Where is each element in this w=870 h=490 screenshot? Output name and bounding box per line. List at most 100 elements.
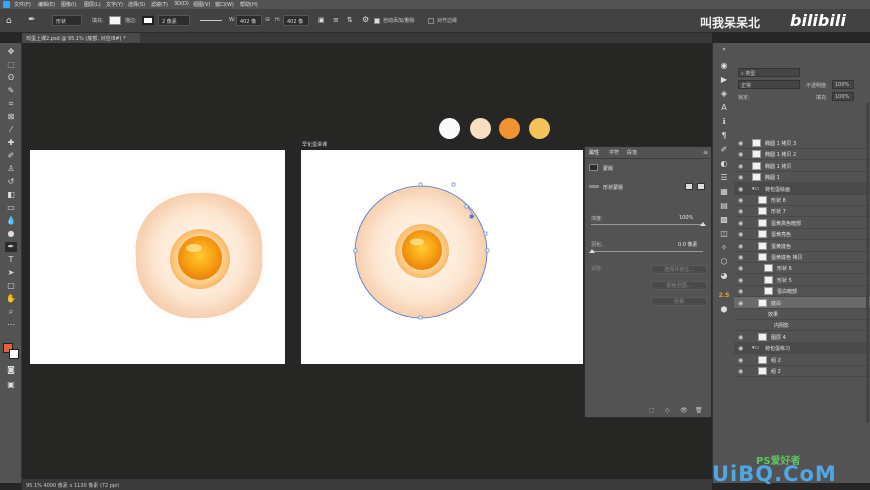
menu-layer[interactable]: 图层(L) (84, 1, 101, 8)
path-ops-icon[interactable]: ▣ (318, 16, 325, 24)
crop-tool-icon[interactable]: ⌗ (5, 99, 17, 109)
visibility-eye-icon[interactable]: ◉ (738, 254, 743, 261)
history-icon[interactable]: ◉ (718, 61, 730, 71)
visibility-eye-icon[interactable]: ◉ (738, 357, 743, 364)
layer-row[interactable]: ◉ 组 2 (734, 365, 870, 377)
menu-help[interactable]: 帮助(H) (240, 1, 258, 8)
load-selection-icon[interactable]: ⬚ (649, 407, 655, 414)
align-edges-checkbox[interactable] (428, 18, 434, 24)
hand-tool-icon[interactable]: ✋ (5, 294, 17, 304)
visibility-eye-icon[interactable]: ◉ (738, 140, 743, 147)
layer-row[interactable]: ◉ 形状 6 (734, 262, 870, 275)
menu-window[interactable]: 窗口(W) (215, 1, 234, 8)
visibility-eye-icon[interactable]: ◉ (738, 208, 743, 215)
home-icon[interactable]: ⌂ (6, 16, 12, 26)
eyedropper-tool-icon[interactable]: ⁄ (5, 125, 17, 135)
visibility-eye-icon[interactable]: ◉ (738, 277, 743, 284)
layer-row[interactable]: ◉ 图层 4 (734, 331, 870, 343)
brush-tool-icon[interactable]: ✐ (5, 151, 17, 161)
stroke-width-field[interactable]: 2 像素 (158, 15, 190, 26)
delete-mask-icon[interactable]: 🗑 (695, 407, 703, 414)
layer-row[interactable]: ◉ 椭圆 1 (734, 171, 870, 184)
visibility-eye-icon[interactable]: ◉ (738, 243, 743, 250)
feather-slider[interactable] (591, 251, 703, 252)
panel-menu-icon[interactable]: ≡ (703, 149, 708, 156)
add-vector-mask-icon[interactable] (697, 183, 705, 190)
brush-settings-icon[interactable]: ✐ (718, 145, 730, 155)
stroke-swatch[interactable] (142, 16, 154, 25)
tab-character[interactable]: 字符 (609, 149, 619, 156)
shape-tool-icon[interactable]: ▢ (5, 281, 17, 291)
channels-icon[interactable]: ◫ (718, 229, 730, 239)
visibility-eye-icon[interactable]: ◉ (738, 334, 743, 341)
zoom-tool-icon[interactable]: ⌕ (5, 307, 17, 317)
text-icon[interactable]: A (718, 103, 730, 113)
menu-image[interactable]: 图像(I) (61, 1, 76, 8)
gradients-icon[interactable]: ▤ (718, 201, 730, 211)
layer-row[interactable]: ◉ 椭圆 1 拷贝 (734, 160, 870, 172)
visibility-eye-icon[interactable]: ◉ (738, 151, 743, 158)
marquee-tool-icon[interactable]: ⬚ (5, 60, 17, 70)
move-tool-icon[interactable]: ✥ (5, 47, 17, 57)
ps-logo-icon[interactable] (3, 1, 10, 8)
mode-select[interactable]: 形状 (52, 15, 82, 26)
density-slider-handle[interactable] (700, 222, 706, 226)
feather-slider-handle[interactable] (589, 249, 595, 253)
dodge-tool-icon[interactable]: ● (5, 229, 17, 239)
history-brush-tool-icon[interactable]: ↺ (5, 177, 17, 187)
lasso-tool-icon[interactable]: ʘ (5, 73, 17, 83)
tab-paragraph[interactable]: 段落 (627, 149, 637, 156)
pen-tool-icon[interactable]: ✒ (5, 242, 17, 252)
layer-row[interactable]: ◉ 底白 (734, 296, 870, 309)
collapse-panels-icon[interactable]: « (718, 45, 730, 55)
visibility-eye-icon[interactable]: ◉ (738, 231, 743, 238)
scrollbar[interactable] (866, 103, 869, 423)
layers-icon[interactable]: ◈ (718, 89, 730, 99)
stroke-type-select[interactable] (200, 20, 222, 21)
layer-row[interactable]: ◉ 形状 7 (734, 205, 870, 218)
screen-mode-icon[interactable]: ▣ (5, 380, 17, 390)
visibility-eye-icon[interactable]: ◉ (738, 220, 743, 227)
menu-type[interactable]: 文字(Y) (106, 1, 123, 8)
pen-tool-icon[interactable]: ✒ (28, 15, 36, 25)
folder-icon[interactable]: ▾▭ (752, 345, 759, 351)
plugin-icon[interactable]: 2.5 (718, 291, 730, 301)
swatches-icon[interactable]: ▦ (718, 187, 730, 197)
visibility-eye-icon[interactable]: ◉ (738, 345, 743, 352)
info-icon[interactable]: ℹ (718, 117, 730, 127)
visibility-eye-icon[interactable]: ◉ (738, 288, 743, 295)
add-pixel-mask-icon[interactable] (685, 183, 693, 190)
menu-edit[interactable]: 编辑(E) (38, 1, 55, 8)
layer-row[interactable]: ◉ 蛋黄亮色 (734, 228, 870, 241)
layer-group-row[interactable]: ◉ ▾▭ 荷包蛋练习 (734, 342, 870, 355)
frame-tool-icon[interactable]: ⊠ (5, 112, 17, 122)
width-field[interactable]: 402 像 (236, 15, 262, 26)
layer-row[interactable]: ◉ 蛋黄高色暗部 (734, 217, 870, 229)
stamp-tool-icon[interactable]: ♙ (5, 164, 17, 174)
layer-group-row[interactable]: ◉ ▾▭ 荷包蛋绘画 (734, 182, 870, 195)
invert-button[interactable]: 反相 (651, 297, 707, 306)
healing-tool-icon[interactable]: ✚ (5, 138, 17, 148)
visibility-eye-icon[interactable]: ◉ (738, 300, 743, 307)
adjustments-icon[interactable]: ◐ (718, 159, 730, 169)
paths-icon[interactable]: ✧ (718, 243, 730, 253)
color-range-button[interactable]: 颜色范围... (651, 281, 707, 290)
layer-effect-row[interactable]: 效果 (734, 308, 870, 320)
menu-3d[interactable]: 3D(D) (174, 1, 189, 7)
menu-view[interactable]: 视图(V) (193, 1, 210, 8)
tab-properties[interactable]: 属性 (589, 149, 599, 156)
layer-filter-kind[interactable]: ⌕ 类型 (738, 68, 800, 77)
3d-icon[interactable]: ⬡ (718, 257, 730, 267)
menu-select[interactable]: 选择(S) (128, 1, 145, 8)
gradient-tool-icon[interactable]: ▭ (5, 203, 17, 213)
color-icon[interactable]: ◕ (718, 271, 730, 281)
layer-row[interactable]: ◉ 椭圆 1 拷贝 2 (734, 148, 870, 161)
folder-icon[interactable]: ▾▭ (752, 186, 759, 192)
path-arrange-icon[interactable]: ⇅ (347, 16, 353, 24)
density-value[interactable]: 100% (679, 215, 693, 221)
document-tab[interactable]: 鸡蛋上课2.psd @ 95.1% (底部, 对应/8#) * (22, 33, 140, 43)
fill-swatch[interactable] (109, 16, 121, 25)
quick-select-tool-icon[interactable]: ✎ (5, 86, 17, 96)
layer-row[interactable]: ◉ 形状 8 (734, 194, 870, 206)
quick-mask-icon[interactable]: ◙ (5, 365, 17, 375)
